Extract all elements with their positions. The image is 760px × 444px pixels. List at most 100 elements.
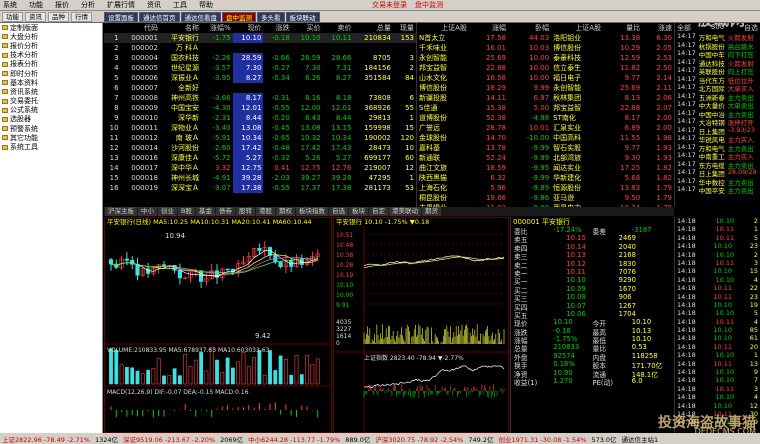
ticker-tab[interactable]: 全部: [677, 23, 691, 32]
ticker-row[interactable]: 14:17 当代东方 低位拉升: [675, 75, 760, 85]
toolbar-button[interactable]: 功能: [2, 11, 23, 22]
column-header[interactable]: 卧幅: [508, 23, 551, 33]
menu-item[interactable]: 帮助: [199, 0, 213, 10]
column-header[interactable]: 上证A股: [551, 23, 603, 33]
ticker-row[interactable]: 14:17 大冶特钢 涨停打开: [675, 117, 760, 127]
column-header[interactable]: [104, 23, 121, 33]
table-row[interactable]: 16 000019 深深宝Ａ -3.07 17.38 -0.55 17.37 17.38 281…: [104, 183, 416, 193]
market-tab[interactable]: 港股: [255, 207, 275, 216]
ticker-row[interactable]: 14:17 东方电缆 主力卖出: [675, 160, 760, 170]
sidebar-item[interactable]: 系统工具: [0, 142, 102, 151]
table-row[interactable]: 4 000005 世纪星源 -3.57 7.30 -0.27 7.30 7.31 184156 2: [104, 63, 416, 73]
minute-chart[interactable]: 10.51 10.48 10.38 10.28 10.19 10.10 10.00 9.91 4…: [334, 226, 508, 432]
table-row[interactable]: 9 000010 深华新 -2.31 8.44 -0.20 8.43 8.44 29813 1: [104, 113, 416, 123]
column-header[interactable]: 名称: [159, 23, 201, 33]
top-tab[interactable]: 通达信首页: [139, 12, 180, 22]
table-row[interactable]: 12 000014 沙河股份 -2.60 17.42 -0.48 17.42 17.43 284…: [104, 143, 416, 153]
table-row[interactable]: 11 000012 南 玻Ａ -5.91 10.34 -0.65 10.32 10.34 190…: [104, 133, 416, 143]
kline-chart[interactable]: 10.94 9.42 VOLUME:210833.95 MA5:678937.63 …: [105, 226, 331, 432]
ticker-row[interactable]: 14:17 日上集团 -3.93/23: [675, 126, 760, 136]
ticker-tab[interactable]: 自选: [744, 23, 758, 32]
menu-item[interactable]: 功能: [29, 0, 43, 10]
ticker-tab[interactable]: 300: [711, 23, 724, 32]
table-row[interactable]: 桐昆股份 19.86 -9.86 亚马逊 9.50 1.79: [417, 193, 674, 203]
table-row[interactable]: 13 000016 深康佳Ａ -5.72 5.27 -0.32 5.26 5.27 699177…: [104, 153, 416, 163]
table-row[interactable]: 山水文化 16.58 10.00 福日电子 9.77 2.14: [417, 73, 674, 83]
top-tab[interactable]: 通达信看盘: [180, 12, 221, 22]
table-row[interactable]: 2 000002 万 科Ａ: [104, 43, 416, 53]
market-tab[interactable]: 期权: [275, 207, 295, 216]
top-tab[interactable]: 多头看: [257, 12, 285, 22]
ticker-row[interactable]: 14:17 华中数控 主力卖出: [675, 177, 760, 187]
table-row[interactable]: 道博股份 52.38 -4.98 ST南化 8.17 2.00: [417, 113, 674, 123]
column-header[interactable]: 涨速: [642, 23, 674, 33]
menu-item[interactable]: 报价: [55, 0, 69, 10]
market-tab[interactable]: 港美联动: [388, 207, 421, 216]
table-row[interactable]: 上海石化 5.96 -9.89 恒源股份 13.83 1.79: [417, 183, 674, 193]
table-row[interactable]: 5 000006 深振业Ａ -3.95 8.27 -0.34 8.26 8.27 351584 8…: [104, 73, 416, 83]
table-row[interactable]: 新疆投股 14.11 6.97 秋林集团 8.13 2.06: [417, 93, 674, 103]
table-row[interactable]: 永创智能 25.69 10.00 泰豪科技 12.59 2.53: [417, 53, 674, 63]
column-header[interactable]: 卖价: [322, 23, 354, 33]
market-tab[interactable]: 股转: [235, 207, 255, 216]
menu-item[interactable]: 工具: [173, 0, 187, 10]
column-header[interactable]: 现量: [392, 23, 416, 33]
toolbar-button[interactable]: 资讯: [25, 11, 46, 22]
market-tab[interactable]: 自定: [368, 207, 388, 216]
top-tab[interactable]: 板块联动: [285, 12, 320, 22]
column-header[interactable]: 量比: [603, 23, 642, 33]
table-row[interactable]: 嘉科基 13.78 -9.99 智石实股 9.77 1.93: [417, 143, 674, 153]
toolbar-button[interactable]: 行情: [71, 11, 92, 22]
market-tab[interactable]: 沪深主板: [105, 207, 137, 216]
table-row[interactable]: 7 000008 神州高铁 -3.66 8.17 -0.31 8.16 8.18 73808 6: [104, 93, 416, 103]
table-row[interactable]: 金球股份 14.70 -10.00 中国高科 11.55 1.98: [417, 133, 674, 143]
table-row[interactable]: 3 000004 国农科技 -2.26 28.59 -0.66 28.59 28.66 8705…: [104, 53, 416, 63]
top-tab[interactable]: 盘中监测: [222, 12, 256, 22]
menu-center-item[interactable]: 盘中监测: [415, 0, 443, 10]
market-tab[interactable]: 债券: [215, 207, 235, 216]
table-row[interactable]: 新通联 52.24 -9.99 北部湾旅 9.30 1.93: [417, 153, 674, 163]
column-header[interactable]: 现价: [232, 23, 264, 33]
market-tab[interactable]: 基金: [195, 207, 215, 216]
menu-item[interactable]: 资讯: [147, 0, 161, 10]
table-row[interactable]: S佳通 15.38 5.00 邦宝益智 22.88 2.07: [417, 103, 674, 113]
ticker-row[interactable]: 14:17 北方国际 大单买入: [675, 83, 760, 93]
menu-center-item[interactable]: 交易未登录: [372, 0, 407, 10]
ticker-row[interactable]: 14:17 中大量价 大单卖出: [675, 100, 760, 110]
ticker-row[interactable]: 14:17 中国平安 主力卖出: [675, 185, 760, 195]
market-tab[interactable]: B股: [178, 207, 195, 216]
market-tab[interactable]: 中小: [138, 207, 157, 216]
menu-item[interactable]: 分析: [81, 0, 95, 10]
ticker-row[interactable]: 14:17 万和电气 火箭发射: [675, 32, 760, 42]
table-row[interactable]: 千禾味业 16.01 10.03 博信股份 10.29 2.05: [417, 43, 674, 53]
ticker-row[interactable]: 14:17 华锐风电 主力买入: [675, 134, 760, 144]
market-tab[interactable]: 期货: [421, 207, 441, 216]
column-header[interactable]: 涨幅: [469, 23, 508, 33]
column-header[interactable]: 上证A股: [417, 23, 469, 33]
table-row[interactable]: N首太立 17.58 44.03 洛阳钼业 13.38 6.30: [417, 33, 674, 43]
ticker-row[interactable]: 14:17 五洲新春 主力卖出: [675, 92, 760, 102]
column-header[interactable]: 买价: [291, 23, 323, 33]
top-tab[interactable]: 设置面板: [104, 12, 138, 22]
market-tab[interactable]: 创业: [158, 207, 177, 216]
ticker-row[interactable]: 14:17 中国中车 向下打压: [675, 49, 760, 59]
column-header[interactable]: 涨跌: [263, 23, 292, 33]
ticker-row[interactable]: 14:17 中国中冶 主力卖出: [675, 109, 760, 119]
column-header[interactable]: 总量: [353, 23, 393, 33]
table-row[interactable]: 曲江文旅 18.59 -9.95 闻达实业 17.25 1.82: [417, 163, 674, 173]
table-row[interactable]: 10 000011 深物业Ａ -3.40 13.08 -0.45 13.08 13.15 159…: [104, 123, 416, 133]
ticker-row[interactable]: 14:17 日上集团 28.09/28: [675, 168, 760, 178]
column-header[interactable]: 涨幅%: [201, 23, 233, 33]
table-row[interactable]: 邦宝益智 22.88 10.00 信立泰生 11.82 2.50: [417, 63, 674, 73]
ticker-row[interactable]: 14:17 万和电气 主力卖出: [675, 143, 760, 153]
column-header[interactable]: 代码: [120, 23, 160, 33]
ticker-row[interactable]: 14:17 杭锅股份 高台跳水: [675, 41, 760, 51]
ticker-row[interactable]: 14:17 中南重工 主力买入: [675, 151, 760, 161]
menu-item[interactable]: 扩展行情: [107, 0, 135, 10]
table-row[interactable]: 陕西黑猫 6.32 -9.99 华新建化 5.68 1.82: [417, 173, 674, 183]
table-row[interactable]: 14 000017 深中华Ａ 3.32 12.75 0.41 12.75 12.76 21900…: [104, 163, 416, 173]
ticker-row[interactable]: 14:17 英联股份 向上打压: [675, 66, 760, 76]
table-row[interactable]: 8 000009 中国宝安 -4.30 12.01 -0.55 12.00 12.01 3689…: [104, 103, 416, 113]
market-tab[interactable]: 自选: [328, 207, 348, 216]
market-tab[interactable]: 板块: [348, 207, 368, 216]
